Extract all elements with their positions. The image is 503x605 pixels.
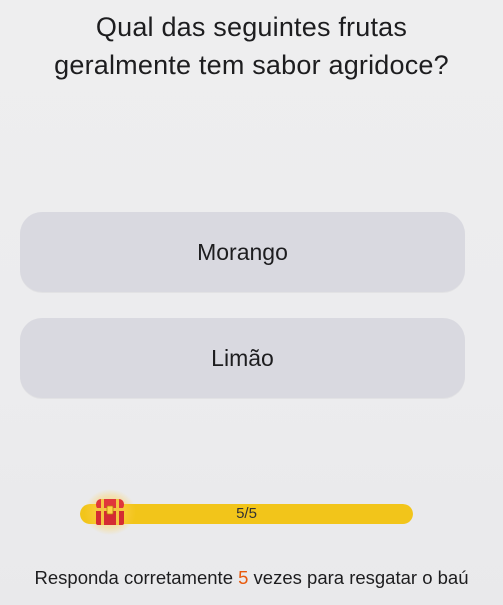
reward-instruction-suffix: vezes para resgatar o baú: [248, 567, 469, 588]
reward-instruction: Responda corretamente 5 vezes para resga…: [0, 567, 503, 589]
answer-option-morango[interactable]: Morango: [20, 212, 465, 292]
reward-required-count: 5: [238, 567, 249, 588]
treasure-chest-icon[interactable]: [84, 489, 136, 535]
question-text: Qual das seguintes frutas geralmente tem…: [0, 8, 503, 84]
answer-option-label: Limão: [211, 344, 274, 371]
answer-option-label: Morango: [197, 238, 288, 265]
question-line-2: geralmente tem sabor agridoce?: [54, 50, 449, 80]
reward-instruction-prefix: Responda corretamente: [34, 567, 239, 588]
question-line-1: Qual das seguintes frutas: [95, 12, 408, 42]
answer-option-limao[interactable]: Limão: [20, 318, 465, 398]
